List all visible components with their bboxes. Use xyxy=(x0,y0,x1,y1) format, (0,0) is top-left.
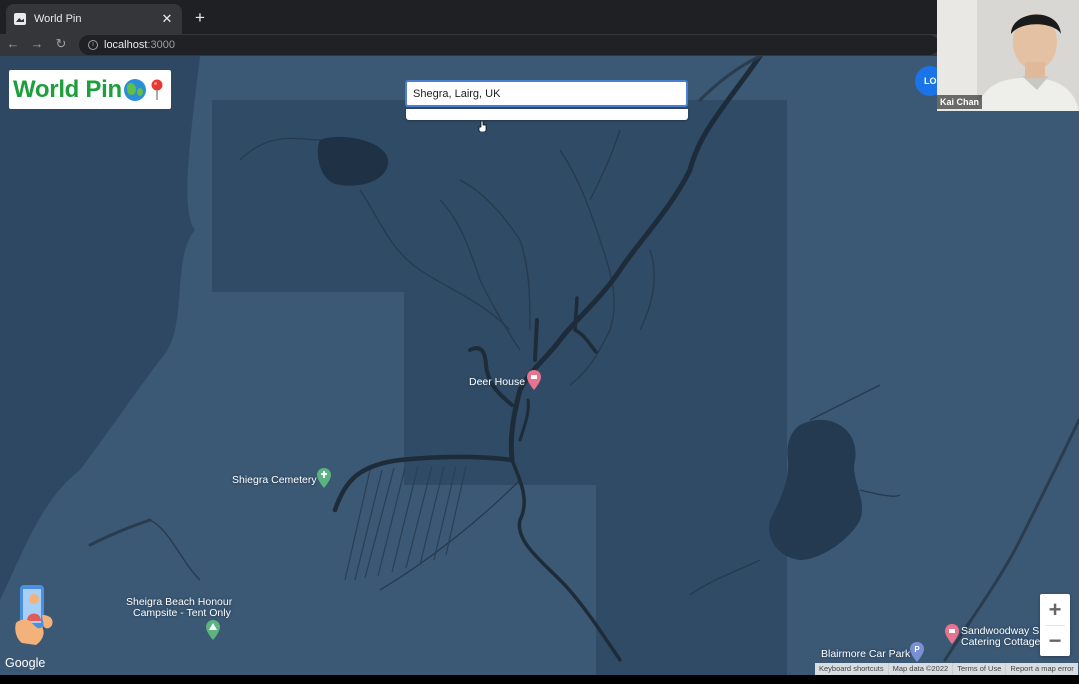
svg-text:P: P xyxy=(914,645,920,654)
globe-icon xyxy=(123,78,146,101)
zoom-control: + − xyxy=(1040,594,1070,656)
map-attribution: Keyboard shortcuts Map data ©2022 Terms … xyxy=(815,663,1078,675)
poi-pin-icon[interactable] xyxy=(527,370,541,390)
url-port: :3000 xyxy=(147,39,175,51)
terms-link[interactable]: Terms of Use xyxy=(952,663,1005,675)
tab-favicon-icon xyxy=(14,13,26,25)
zoom-in-button[interactable]: + xyxy=(1040,594,1070,625)
map-graphics xyxy=(0,56,1079,675)
map-label-car-park[interactable]: Blairmore Car Park xyxy=(821,648,910,660)
address-bar[interactable]: i localhost:3000 xyxy=(79,35,993,55)
report-error-link[interactable]: Report a map error xyxy=(1005,663,1077,675)
tab-title: World Pin xyxy=(34,13,82,25)
poi-pin-icon[interactable] xyxy=(945,624,959,644)
tab-bar: World Pin ✕ + xyxy=(0,0,1079,34)
cemetery-icon[interactable] xyxy=(317,468,331,488)
info-icon[interactable]: i xyxy=(88,40,98,50)
map-label-deer-house[interactable]: Deer House xyxy=(469,376,525,388)
map-label-campsite-line2[interactable]: Campsite - Tent Only xyxy=(133,607,231,619)
reload-icon[interactable]: ↻ xyxy=(53,36,69,52)
parking-icon[interactable]: P xyxy=(910,642,924,662)
url-host: localhost xyxy=(104,39,148,51)
sea-area xyxy=(0,56,200,600)
webcam-name-label: Kai Chan xyxy=(937,95,983,109)
bottom-strip xyxy=(0,675,1079,684)
map-data-text: Map data ©2022 xyxy=(887,663,953,675)
webcam-overlay: Kai Chan xyxy=(937,0,1079,111)
keyboard-shortcuts-link[interactable]: Keyboard shortcuts xyxy=(815,663,888,675)
map-label-cottage-line2[interactable]: Catering Cottage xyxy=(961,636,1040,648)
zoom-out-button[interactable]: − xyxy=(1040,625,1070,656)
hand-cursor-icon xyxy=(478,121,487,132)
new-tab-button[interactable]: + xyxy=(191,8,209,28)
zoom-divider xyxy=(1045,625,1065,626)
google-logo[interactable]: Google xyxy=(5,656,45,670)
location-search-input[interactable] xyxy=(405,80,688,107)
search-suggestions-dropdown[interactable] xyxy=(406,109,688,120)
logo-text: World Pin xyxy=(13,75,122,103)
app-logo[interactable]: World Pin xyxy=(9,70,171,109)
campsite-icon[interactable] xyxy=(206,620,220,640)
pegman-icon[interactable] xyxy=(12,585,58,649)
forward-icon[interactable]: → xyxy=(29,36,45,51)
map-label-cemetery[interactable]: Shiegra Cemetery xyxy=(232,474,317,486)
map-canvas[interactable]: Deer House Shiegra Cemetery Sheigra Beac… xyxy=(0,56,1079,675)
pin-icon xyxy=(151,79,163,100)
close-icon[interactable]: ✕ xyxy=(160,11,174,27)
browser-toolbar: ← → ↻ i localhost:3000 xyxy=(0,34,1079,56)
browser-tab[interactable]: World Pin ✕ xyxy=(6,4,182,34)
back-icon[interactable]: ← xyxy=(5,36,21,51)
